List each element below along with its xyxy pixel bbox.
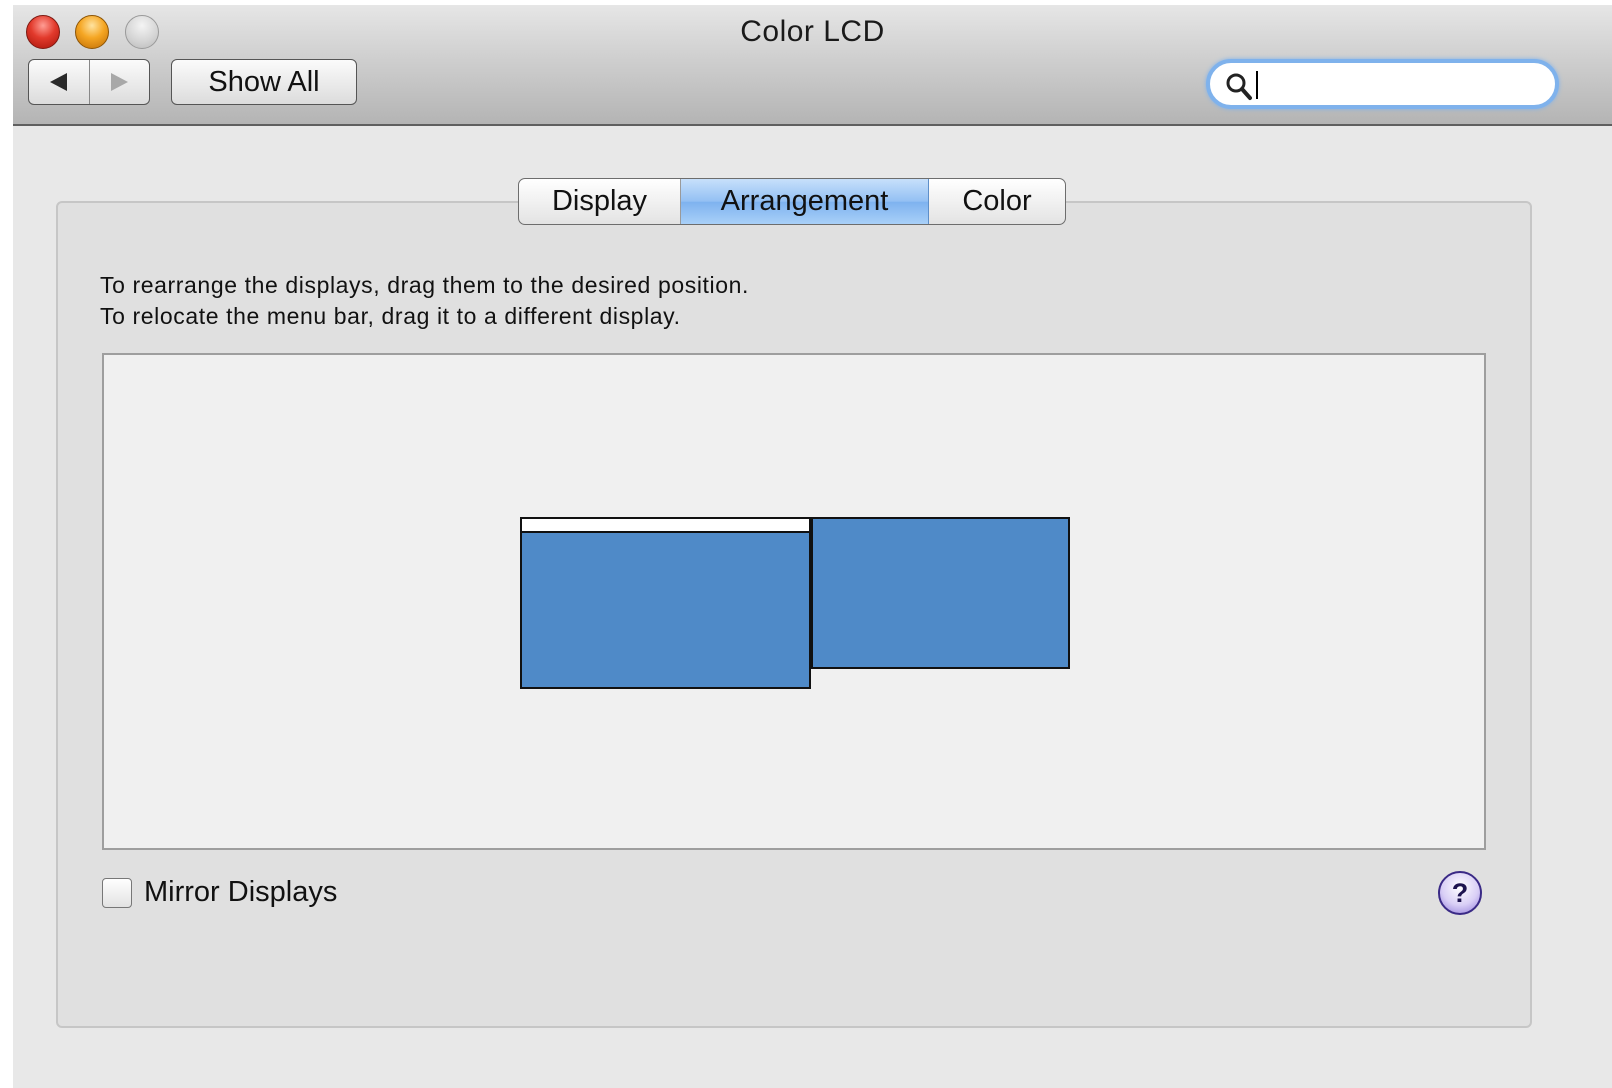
mirror-displays-label[interactable]: Mirror Displays (144, 876, 337, 909)
menu-bar-indicator[interactable] (522, 519, 809, 533)
back-forward-control (28, 59, 150, 105)
help-button[interactable]: ? (1438, 871, 1482, 915)
title-bar: Color LCD Show All (13, 5, 1612, 126)
tab-arrangement[interactable]: Arrangement (681, 179, 929, 224)
search-icon (1226, 73, 1252, 100)
mirror-displays-checkbox[interactable] (102, 877, 132, 908)
search-input[interactable] (1256, 68, 1536, 100)
text-caret (1256, 71, 1258, 99)
preferences-window: Color LCD Show All Display Arrangement C… (13, 5, 1612, 1088)
mirror-displays-row: Mirror Displays (102, 876, 337, 909)
tab-color[interactable]: Color (929, 179, 1065, 224)
back-arrow-icon (50, 73, 68, 91)
back-button[interactable] (29, 60, 90, 104)
main-display[interactable] (520, 517, 811, 689)
tab-display[interactable]: Display (519, 179, 681, 224)
show-all-button[interactable]: Show All (171, 59, 357, 105)
secondary-display[interactable] (811, 517, 1070, 669)
forward-arrow-icon (110, 73, 128, 91)
instruction-line-2: To relocate the menu bar, drag it to a d… (100, 303, 681, 329)
help-icon: ? (1451, 877, 1469, 908)
instruction-line-1: To rearrange the displays, drag them to … (100, 272, 750, 298)
display-arrangement-area (102, 353, 1486, 850)
forward-button[interactable] (90, 60, 150, 104)
window-title: Color LCD (740, 15, 885, 48)
search-field[interactable] (1206, 59, 1559, 109)
tab-bar: Display Arrangement Color (518, 178, 1066, 225)
instructions: To rearrange the displays, drag them to … (100, 270, 749, 332)
